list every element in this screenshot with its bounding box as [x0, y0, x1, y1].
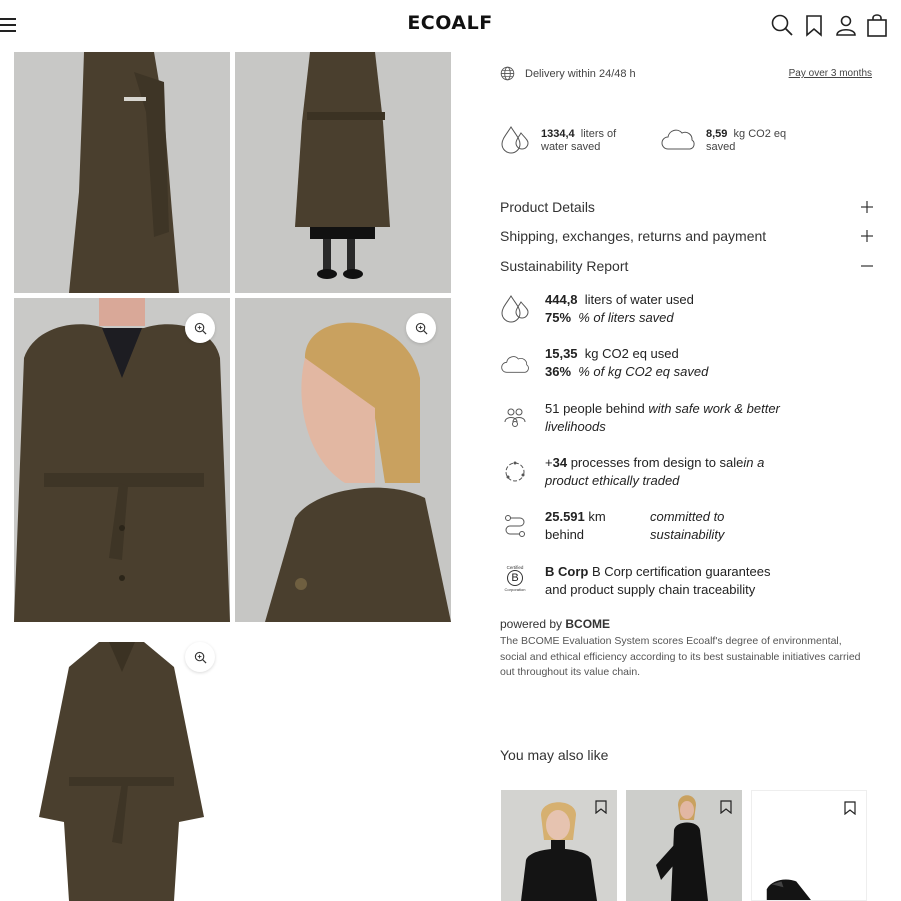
- distance-text: behind: [545, 527, 585, 542]
- logo[interactable]: ECOALF: [400, 12, 500, 34]
- co2-saved-unit: kg CO2 eq: [733, 128, 787, 140]
- zoom-icon[interactable]: [185, 642, 215, 672]
- accordion-product-details[interactable]: Product Details: [500, 196, 874, 218]
- powered-prefix: powered by: [500, 617, 563, 631]
- distance-unit: km: [588, 509, 606, 524]
- site-header: ECOALF: [0, 0, 901, 52]
- water-drop-icon: [501, 295, 529, 323]
- plus-icon: [861, 230, 873, 242]
- distance-italic: committed to sustainability: [650, 509, 725, 542]
- metric-bcorp: Certified B Corporation B Corp B Corp ce…: [500, 563, 872, 599]
- processes-prefix: +: [545, 455, 553, 470]
- product-image-flat[interactable]: [14, 627, 230, 901]
- water-saved: 1334,4 liters of water saved: [500, 124, 640, 160]
- water-saved-value: 1334,4: [541, 128, 575, 140]
- accordion-label: Product Details: [500, 199, 595, 215]
- processes-value: 34: [552, 455, 568, 470]
- also-like-title: You may also like: [500, 747, 609, 763]
- search-icon[interactable]: [769, 12, 795, 38]
- bcorp-badge: Certified B Corporation: [504, 565, 526, 592]
- product-image-side[interactable]: [14, 52, 230, 293]
- recommended-product-card[interactable]: [626, 790, 742, 901]
- bookmark-icon[interactable]: [801, 12, 827, 38]
- distance-value: 25.591: [545, 509, 585, 524]
- water-pct-text: % of liters saved: [578, 310, 674, 325]
- metric-people: 51 people behind with safe work & better…: [500, 400, 872, 436]
- product-image-profile[interactable]: [235, 298, 451, 622]
- metric-processes: +34 processes from design to salein a pr…: [500, 454, 872, 490]
- co2-saved-value: 8,59: [706, 128, 728, 140]
- water-saved-unit: liters of: [580, 128, 617, 140]
- metric-co2: 15,35 kg CO2 eq used 36% % of kg CO2 eq …: [500, 345, 872, 381]
- bag-icon[interactable]: [864, 12, 890, 38]
- water-pct: 75%: [545, 310, 572, 325]
- route-icon: [505, 515, 525, 537]
- product-image-back[interactable]: [235, 52, 451, 293]
- water-saved-unit2: water saved: [541, 141, 601, 153]
- pay-over-months-link[interactable]: Pay over 3 months: [789, 68, 872, 79]
- co2-used-text: kg CO2 eq used: [584, 346, 679, 361]
- user-icon[interactable]: [833, 12, 859, 38]
- co2-saved: 8,59 kg CO2 eq saved: [660, 124, 810, 160]
- bcome-brand[interactable]: BCOME: [565, 617, 610, 631]
- accordion-label: Sustainability Report: [500, 258, 629, 274]
- accordion-label: Shipping, exchanges, returns and payment: [500, 228, 767, 244]
- bcome-description: The BCOME Evaluation System scores Ecoal…: [500, 635, 861, 678]
- zoom-icon[interactable]: [406, 313, 436, 343]
- processes-text: processes from design to sale: [570, 455, 744, 470]
- bookmark-icon[interactable]: [844, 801, 856, 815]
- water-drop-icon: [501, 126, 529, 154]
- water-used-text: liters of water used: [584, 292, 694, 307]
- co2-pct: 36%: [545, 364, 572, 379]
- minus-icon: [861, 265, 873, 267]
- cloud-icon: [501, 356, 529, 373]
- metric-water: 444,8 liters of water used 75% % of lite…: [500, 291, 872, 327]
- delivery-info: Delivery within 24/48 h Pay over 3 month…: [500, 66, 872, 82]
- bookmark-icon[interactable]: [720, 800, 732, 814]
- plus-icon: [861, 201, 873, 213]
- globe-icon: [500, 66, 515, 81]
- bookmark-icon[interactable]: [595, 800, 607, 814]
- cloud-icon: [661, 129, 695, 150]
- recommended-product-card[interactable]: [751, 790, 867, 901]
- delivery-text: Delivery within 24/48 h: [525, 68, 636, 80]
- bcorp-bold: B Corp: [545, 564, 589, 579]
- accordion-shipping[interactable]: Shipping, exchanges, returns and payment: [500, 225, 874, 247]
- co2-pct-text: % of kg CO2 eq saved: [578, 364, 709, 379]
- zoom-icon[interactable]: [185, 313, 215, 343]
- accordion-sustainability-report[interactable]: Sustainability Report: [500, 255, 874, 277]
- people-icon: [504, 408, 526, 427]
- people-text: 51 people behind: [545, 401, 645, 416]
- powered-by: powered by BCOME: [500, 617, 610, 631]
- product-image-front-closeup[interactable]: [14, 298, 230, 622]
- co2-used-value: 15,35: [545, 346, 578, 361]
- metric-distance: 25.591 km behind committed to sustainabi…: [500, 508, 872, 544]
- co2-saved-unit2: saved: [706, 141, 736, 153]
- cycle-icon: [505, 461, 525, 482]
- recommended-product-card[interactable]: [501, 790, 617, 901]
- menu-icon[interactable]: [0, 16, 18, 34]
- water-used-value: 444,8: [545, 292, 578, 307]
